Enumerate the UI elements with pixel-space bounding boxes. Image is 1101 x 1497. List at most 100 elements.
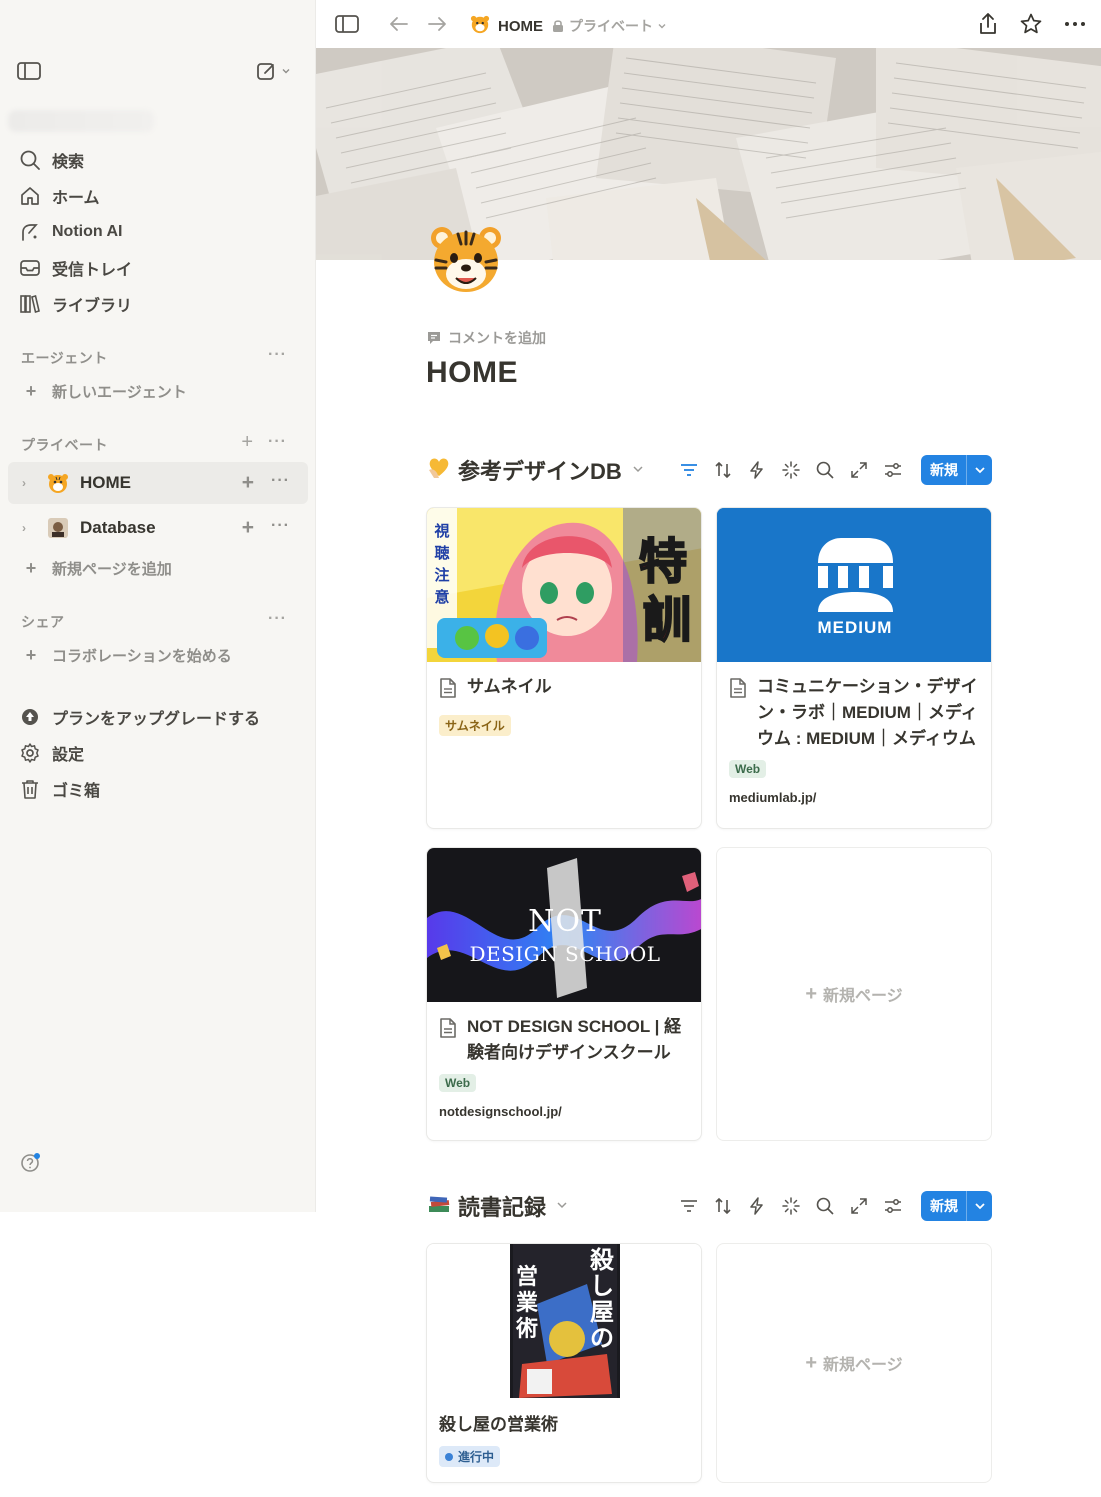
gallery-card-thumbnail[interactable]: 視 聴 注 意 特 訓 サムネイル サムネイル [426,507,702,829]
tag-web: Web [439,1074,477,1092]
gear-icon [18,741,42,765]
plus-icon: + [805,982,817,1005]
section-share-label: シェア [21,614,65,630]
search-icon[interactable] [815,1196,835,1216]
sidebar-item-trash[interactable]: ゴミ箱 [8,772,308,806]
sidebar-page-database[interactable]: › Database + ··· [8,507,308,549]
add-comment-button[interactable]: コメントを追加 [426,328,546,348]
medium-logo-icon [717,508,991,662]
breadcrumb-page-title[interactable]: HOME [498,18,543,35]
settings-sliders-icon[interactable] [883,1196,903,1216]
add-page-button[interactable]: + 新規ページを追加 [20,553,300,583]
filter-icon[interactable] [679,460,699,480]
database-title-label: 読書記録 [458,1195,547,1220]
sidebar-toggle-icon[interactable] [16,60,42,82]
sidebar-item-home[interactable]: ホーム [8,179,308,213]
sidebar-item-upgrade[interactable]: プランをアップグレードする [8,700,308,734]
compose-icon [257,63,274,80]
new-record-button[interactable]: 新規 [921,455,992,485]
card-body: サムネイル サムネイル [427,662,701,748]
database-header-design-db: 参考デザインDB 新規 [426,453,992,487]
card-title: NOT DESIGN SCHOOL | 経験者向けデザインスクール [439,1014,689,1066]
page-more-icon[interactable]: ··· [271,472,290,490]
gallery-card-book[interactable]: 殺 し 屋 の 営 業 術 殺し屋の営業術 進行中 [426,1243,702,1483]
sidebar-toggle-top-icon[interactable] [334,13,360,40]
upgrade-icon [18,705,42,729]
filter-icon[interactable] [679,1196,699,1216]
card-title-text: コミュニケーション・デザイン・ラボ｜MEDIUM｜メディウム : MEDIUM｜… [757,677,978,748]
database-title[interactable]: 読書記録 [426,1190,568,1222]
svg-text:屋: 屋 [590,1298,614,1326]
ai-sparkle-icon[interactable] [781,460,801,480]
expand-icon[interactable] [849,460,869,480]
ai-sparkle-icon[interactable] [781,1196,801,1216]
new-page-card[interactable]: + 新規ページ [716,1243,992,1483]
forward-arrow-icon[interactable] [426,13,448,40]
back-arrow-icon[interactable] [388,13,410,40]
plus-icon: + [25,380,37,401]
svg-text:視: 視 [433,522,449,540]
automation-lightning-icon[interactable] [747,460,767,480]
page-tiger-emoji-icon[interactable] [428,222,504,298]
new-page-card[interactable]: + 新規ページ [716,847,992,1141]
sidebar-item-label: 受信トレイ [52,262,133,279]
sidebar-page-label: Database [80,518,156,537]
automation-lightning-icon[interactable] [747,1196,767,1216]
chevron-down-icon[interactable] [632,462,644,478]
sidebar-item-label: 設定 [52,747,85,764]
sidebar-item-notion-ai[interactable]: Notion AI [8,215,308,249]
workspace-name-blurred[interactable] [8,110,154,132]
new-page-label: 新規ページ [823,988,903,1005]
card-body: コミュニケーション・デザイン・ラボ｜MEDIUM｜メディウム : MEDIUM｜… [717,662,991,817]
sidebar-item-label: ホーム [52,190,100,207]
share-icon[interactable] [977,12,999,41]
sidebar-item-settings[interactable]: 設定 [8,736,308,770]
sidebar-top [0,48,316,96]
new-record-button[interactable]: 新規 [921,1191,992,1221]
add-subpage-plus-icon[interactable]: + [242,516,254,540]
settings-sliders-icon[interactable] [883,460,903,480]
sidebar-page-home[interactable]: › HOME + ··· [8,462,308,504]
share-more-icon[interactable]: ··· [268,610,287,628]
start-collab-button[interactable]: + コラボレーションを始める [20,640,300,670]
sidebar-item-search[interactable]: 検索 [8,143,308,177]
svg-text:営: 営 [516,1264,538,1290]
sort-icon[interactable] [713,1196,733,1216]
add-subpage-plus-icon[interactable]: + [242,471,254,495]
section-agents-label: エージェント [21,350,108,366]
sidebar-item-label: 検索 [52,154,85,171]
card-cover-image: NOT DESIGN SCHOOL [427,848,701,1002]
breadcrumb[interactable]: HOME プライベート [470,14,667,38]
page-title[interactable]: HOME [426,356,518,390]
new-agent-button[interactable]: + 新しいエージェント [20,376,300,406]
trash-icon [18,777,42,801]
card-url[interactable]: mediumlab.jp/ [729,790,979,805]
gallery-card-medium[interactable]: MEDIUM コミュニケーション・デザイン・ラボ｜MEDIUM｜メディウム : … [716,507,992,829]
more-icon[interactable] [1063,12,1087,41]
private-more-icon[interactable]: ··· [268,433,287,451]
star-icon[interactable] [1019,12,1043,41]
private-add-plus-icon[interactable]: + [241,431,253,454]
svg-text:術: 術 [515,1316,538,1342]
new-page-compose-button[interactable] [255,60,299,82]
sidebar-item-inbox[interactable]: 受信トレイ [8,251,308,285]
privacy-selector[interactable]: プライベート [551,16,667,36]
expand-icon[interactable] [849,1196,869,1216]
database-title[interactable]: 参考デザインDB [426,454,644,486]
sidebar-item-library[interactable]: ライブラリ [8,287,308,321]
help-icon[interactable] [20,1152,42,1174]
card-url[interactable]: notdesignschool.jp/ [439,1104,689,1119]
tag-web: Web [729,760,767,778]
chevron-down-icon[interactable] [966,1191,992,1221]
agents-more-icon[interactable]: ··· [268,346,287,364]
sort-icon[interactable] [713,460,733,480]
search-icon[interactable] [815,460,835,480]
tiger-emoji-icon [470,14,490,38]
chevron-down-icon[interactable] [966,455,992,485]
chevron-right-icon[interactable]: › [22,476,34,490]
chevron-down-icon[interactable] [556,1198,568,1214]
svg-text:殺: 殺 [590,1246,615,1274]
chevron-right-icon[interactable]: › [22,521,34,535]
gallery-card-not-design-school[interactable]: NOT DESIGN SCHOOL NOT DESIGN SCHOOL | 経験… [426,847,702,1141]
page-more-icon[interactable]: ··· [271,517,290,535]
